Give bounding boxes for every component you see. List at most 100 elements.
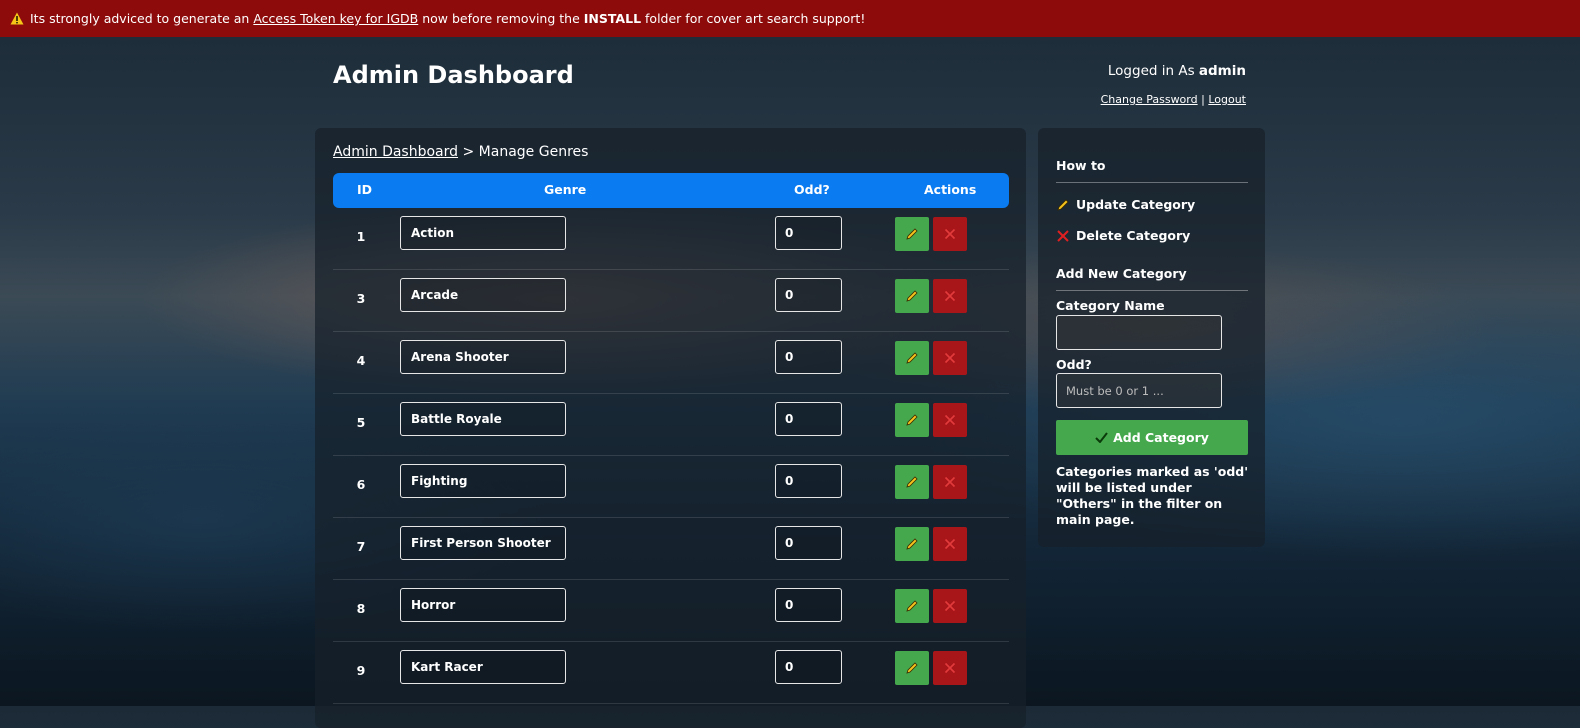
logout-link[interactable]: Logout: [1208, 93, 1246, 106]
update-button[interactable]: [895, 527, 929, 561]
row-id: 6: [356, 477, 366, 492]
close-icon: [944, 228, 956, 240]
table-row: 3: [333, 270, 1009, 332]
login-status: Logged in As admin: [1108, 63, 1246, 79]
igdb-token-link[interactable]: Access Token key for IGDB: [253, 11, 418, 26]
delete-button[interactable]: [933, 217, 967, 251]
update-button[interactable]: [895, 651, 929, 685]
pencil-icon: [906, 538, 918, 550]
odd-label: Odd?: [1056, 357, 1092, 372]
row-id: 1: [356, 229, 366, 244]
how-to-panel: How to Update Category Delete Category A…: [1038, 128, 1265, 547]
login-prefix: Logged in As: [1107, 63, 1195, 79]
odd-value-input[interactable]: [775, 402, 842, 436]
pencil-icon: [906, 600, 918, 612]
banner-text-suffix: folder for cover art search support!: [645, 11, 866, 26]
table-row: 4: [333, 332, 1009, 394]
genre-name-input[interactable]: [400, 340, 566, 374]
genre-name-input[interactable]: [400, 402, 566, 436]
column-header-odd: Odd?: [794, 182, 830, 197]
delete-button[interactable]: [933, 341, 967, 375]
genre-name-input[interactable]: [400, 278, 566, 312]
update-button[interactable]: [895, 341, 929, 375]
close-icon: [944, 600, 956, 612]
banner-text-prefix: Its strongly adviced to generate an: [30, 11, 250, 26]
delete-button[interactable]: [933, 651, 967, 685]
how-to-delete-label: Delete Category: [1076, 228, 1191, 243]
close-icon: [944, 476, 956, 488]
login-user: admin: [1198, 63, 1246, 79]
odd-note: Categories marked as 'odd' will be liste…: [1056, 464, 1249, 527]
pencil-icon: [906, 476, 918, 488]
table-row: 9: [333, 642, 1009, 704]
pencil-icon: [906, 228, 918, 240]
breadcrumb-current: Manage Genres: [478, 144, 589, 160]
column-header-genre: Genre: [544, 182, 587, 197]
close-icon: [944, 290, 956, 302]
update-button[interactable]: [895, 403, 929, 437]
delete-button[interactable]: [933, 465, 967, 499]
update-button[interactable]: [895, 589, 929, 623]
category-name-input[interactable]: [1056, 315, 1222, 350]
breadcrumb-separator: >: [462, 144, 475, 160]
update-button[interactable]: [895, 217, 929, 251]
genre-name-input[interactable]: [400, 464, 566, 498]
delete-button[interactable]: [933, 527, 967, 561]
delete-button[interactable]: [933, 403, 967, 437]
add-category-button[interactable]: Add Category: [1056, 420, 1248, 455]
breadcrumb: Admin Dashboard > Manage Genres: [333, 144, 588, 160]
genre-name-input[interactable]: [400, 526, 566, 560]
page-title: Admin Dashboard: [333, 61, 574, 89]
pencil-icon: [1057, 198, 1069, 211]
row-id: 5: [356, 415, 366, 430]
manage-genres-panel: Admin Dashboard > Manage Genres ID Genre…: [315, 128, 1026, 728]
banner-text-middle: now before removing the: [422, 11, 580, 26]
genre-name-input[interactable]: [400, 588, 566, 622]
warning-banner: Its strongly adviced to generate an Acce…: [0, 0, 1580, 37]
pencil-icon: [906, 662, 918, 674]
column-header-id: ID: [357, 182, 373, 197]
delete-button[interactable]: [933, 589, 967, 623]
table-row: 5: [333, 394, 1009, 456]
close-icon: [944, 538, 956, 550]
row-id: 7: [356, 539, 366, 554]
genre-name-input[interactable]: [400, 216, 566, 250]
odd-input[interactable]: [1056, 373, 1222, 408]
close-icon: [1057, 229, 1069, 242]
pencil-icon: [906, 352, 918, 364]
odd-value-input[interactable]: [775, 650, 842, 684]
how-to-delete: Delete Category: [1056, 228, 1190, 243]
pencil-icon: [906, 290, 918, 302]
banner-install-folder: INSTALL: [583, 11, 642, 26]
warning-icon: [10, 12, 24, 25]
close-icon: [944, 662, 956, 674]
table-row: 6: [333, 456, 1009, 518]
row-id: 4: [356, 353, 366, 368]
link-separator: |: [1201, 93, 1205, 106]
add-category-label: Add Category: [1113, 430, 1209, 445]
add-category-heading: Add New Category: [1056, 266, 1187, 281]
odd-value-input[interactable]: [775, 526, 842, 560]
odd-value-input[interactable]: [775, 588, 842, 622]
odd-value-input[interactable]: [775, 464, 842, 498]
odd-value-input[interactable]: [775, 216, 842, 250]
change-password-link[interactable]: Change Password: [1101, 93, 1198, 106]
close-icon: [944, 414, 956, 426]
update-button[interactable]: [895, 279, 929, 313]
how-to-update-label: Update Category: [1076, 197, 1196, 212]
odd-value-input[interactable]: [775, 278, 842, 312]
update-button[interactable]: [895, 465, 929, 499]
breadcrumb-dashboard-link[interactable]: Admin Dashboard: [333, 144, 458, 160]
genre-name-input[interactable]: [400, 650, 566, 684]
delete-button[interactable]: [933, 279, 967, 313]
table-row: 7: [333, 518, 1009, 580]
divider: [1056, 182, 1248, 183]
odd-value-input[interactable]: [775, 340, 842, 374]
check-icon: [1095, 432, 1108, 443]
table-row: 8: [333, 580, 1009, 642]
category-name-label: Category Name: [1056, 298, 1165, 313]
table-header: ID Genre Odd? Actions: [333, 173, 1009, 208]
row-id: 3: [356, 291, 366, 306]
pencil-icon: [906, 414, 918, 426]
how-to-heading: How to: [1056, 158, 1106, 173]
